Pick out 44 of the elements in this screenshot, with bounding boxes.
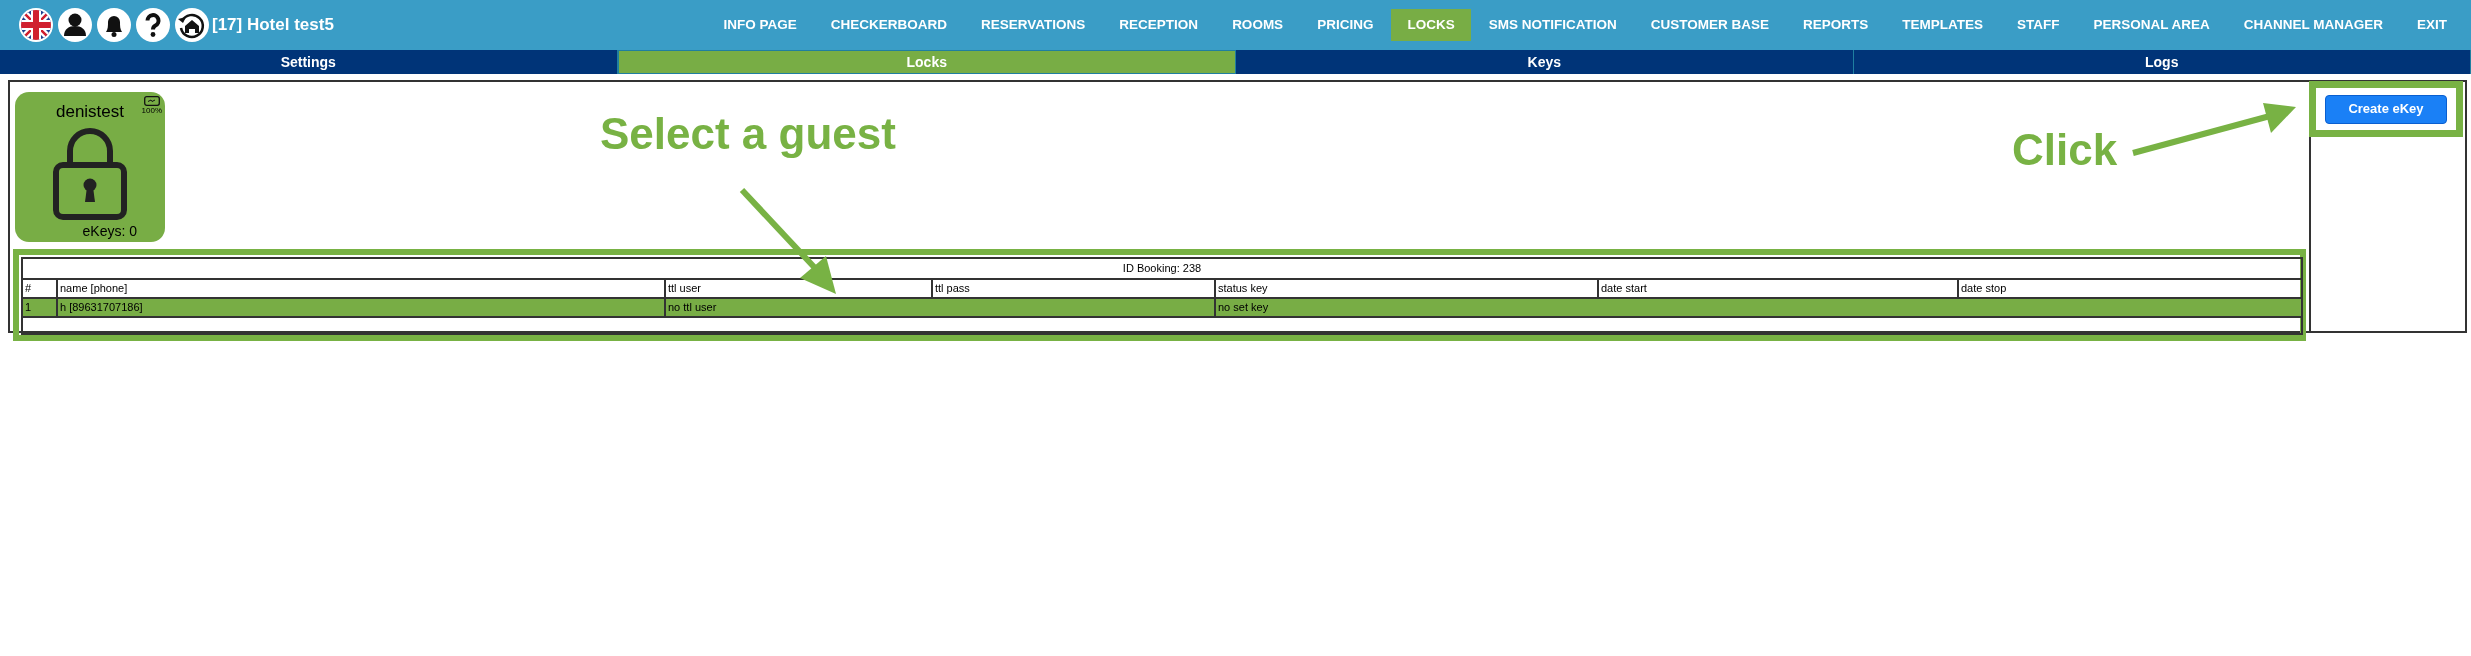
nav-link[interactable]: EXIT (2401, 8, 2463, 42)
create-ekey-button[interactable]: Create eKey (2325, 94, 2447, 124)
hotel-title: [17] Hotel test5 (212, 14, 334, 37)
column-header: status key (1215, 278, 1598, 298)
nav-link[interactable]: CUSTOMER BASE (1634, 8, 1785, 42)
column-header: # (22, 278, 57, 298)
nav-link[interactable]: REPORTS (1786, 8, 1885, 42)
annotation-label: Click (2012, 128, 2118, 172)
table-caption: ID Booking: 238 (22, 257, 2302, 279)
help-icon[interactable] (135, 7, 171, 43)
nav-link[interactable]: CHECKERBOARD (814, 8, 964, 42)
column-header: name [phone] (57, 278, 665, 298)
home-refresh-icon[interactable] (174, 7, 210, 43)
table-cell: no set key (1218, 300, 1269, 313)
nav-link[interactable]: RESERVATIONS (965, 8, 1102, 42)
nav-link[interactable]: PRICING (1301, 8, 1390, 42)
ekeys-count: eKeys: 0 (82, 221, 137, 241)
nav-link[interactable]: INFO PAGE (707, 8, 813, 42)
column-header: date stop (1958, 278, 2302, 298)
battery-level: 100% (141, 106, 162, 115)
column-header: ttl pass (932, 278, 1215, 298)
column-header: date start (1598, 278, 1958, 298)
nav-link[interactable]: SMS NOTIFICATION (1472, 8, 1633, 42)
nav-link[interactable]: LOCKS (1391, 8, 1471, 42)
nav-link[interactable]: STAFF (2000, 8, 2076, 42)
sub-tab[interactable]: Settings (0, 50, 618, 74)
nav-link[interactable]: ROOMS (1216, 8, 1300, 42)
user-icon[interactable] (57, 7, 93, 43)
sub-tab[interactable]: Locks (617, 50, 1236, 74)
padlock-icon (52, 126, 128, 221)
table-cell: h [89631707186] (60, 300, 143, 313)
bell-icon[interactable] (96, 7, 132, 43)
lock-name: denistest (55, 101, 124, 123)
sub-tab[interactable]: Keys (1236, 50, 1854, 74)
table-cell: no ttl user (668, 300, 717, 313)
lock-card[interactable]: denistest 100% eKeys: 0 (15, 92, 165, 242)
table-cell: 1 (25, 300, 32, 313)
nav-link[interactable]: CHANNEL MANAGER (2227, 8, 2399, 42)
nav-link[interactable]: PERSONAL AREA (2077, 8, 2226, 42)
battery-icon (143, 96, 160, 106)
nav-link[interactable]: TEMPLATES (1886, 8, 1999, 42)
annotation-label: Select a guest (600, 112, 896, 156)
sub-tab[interactable]: Logs (1853, 50, 2471, 74)
nav-link[interactable]: RECEPTION (1103, 8, 1215, 42)
